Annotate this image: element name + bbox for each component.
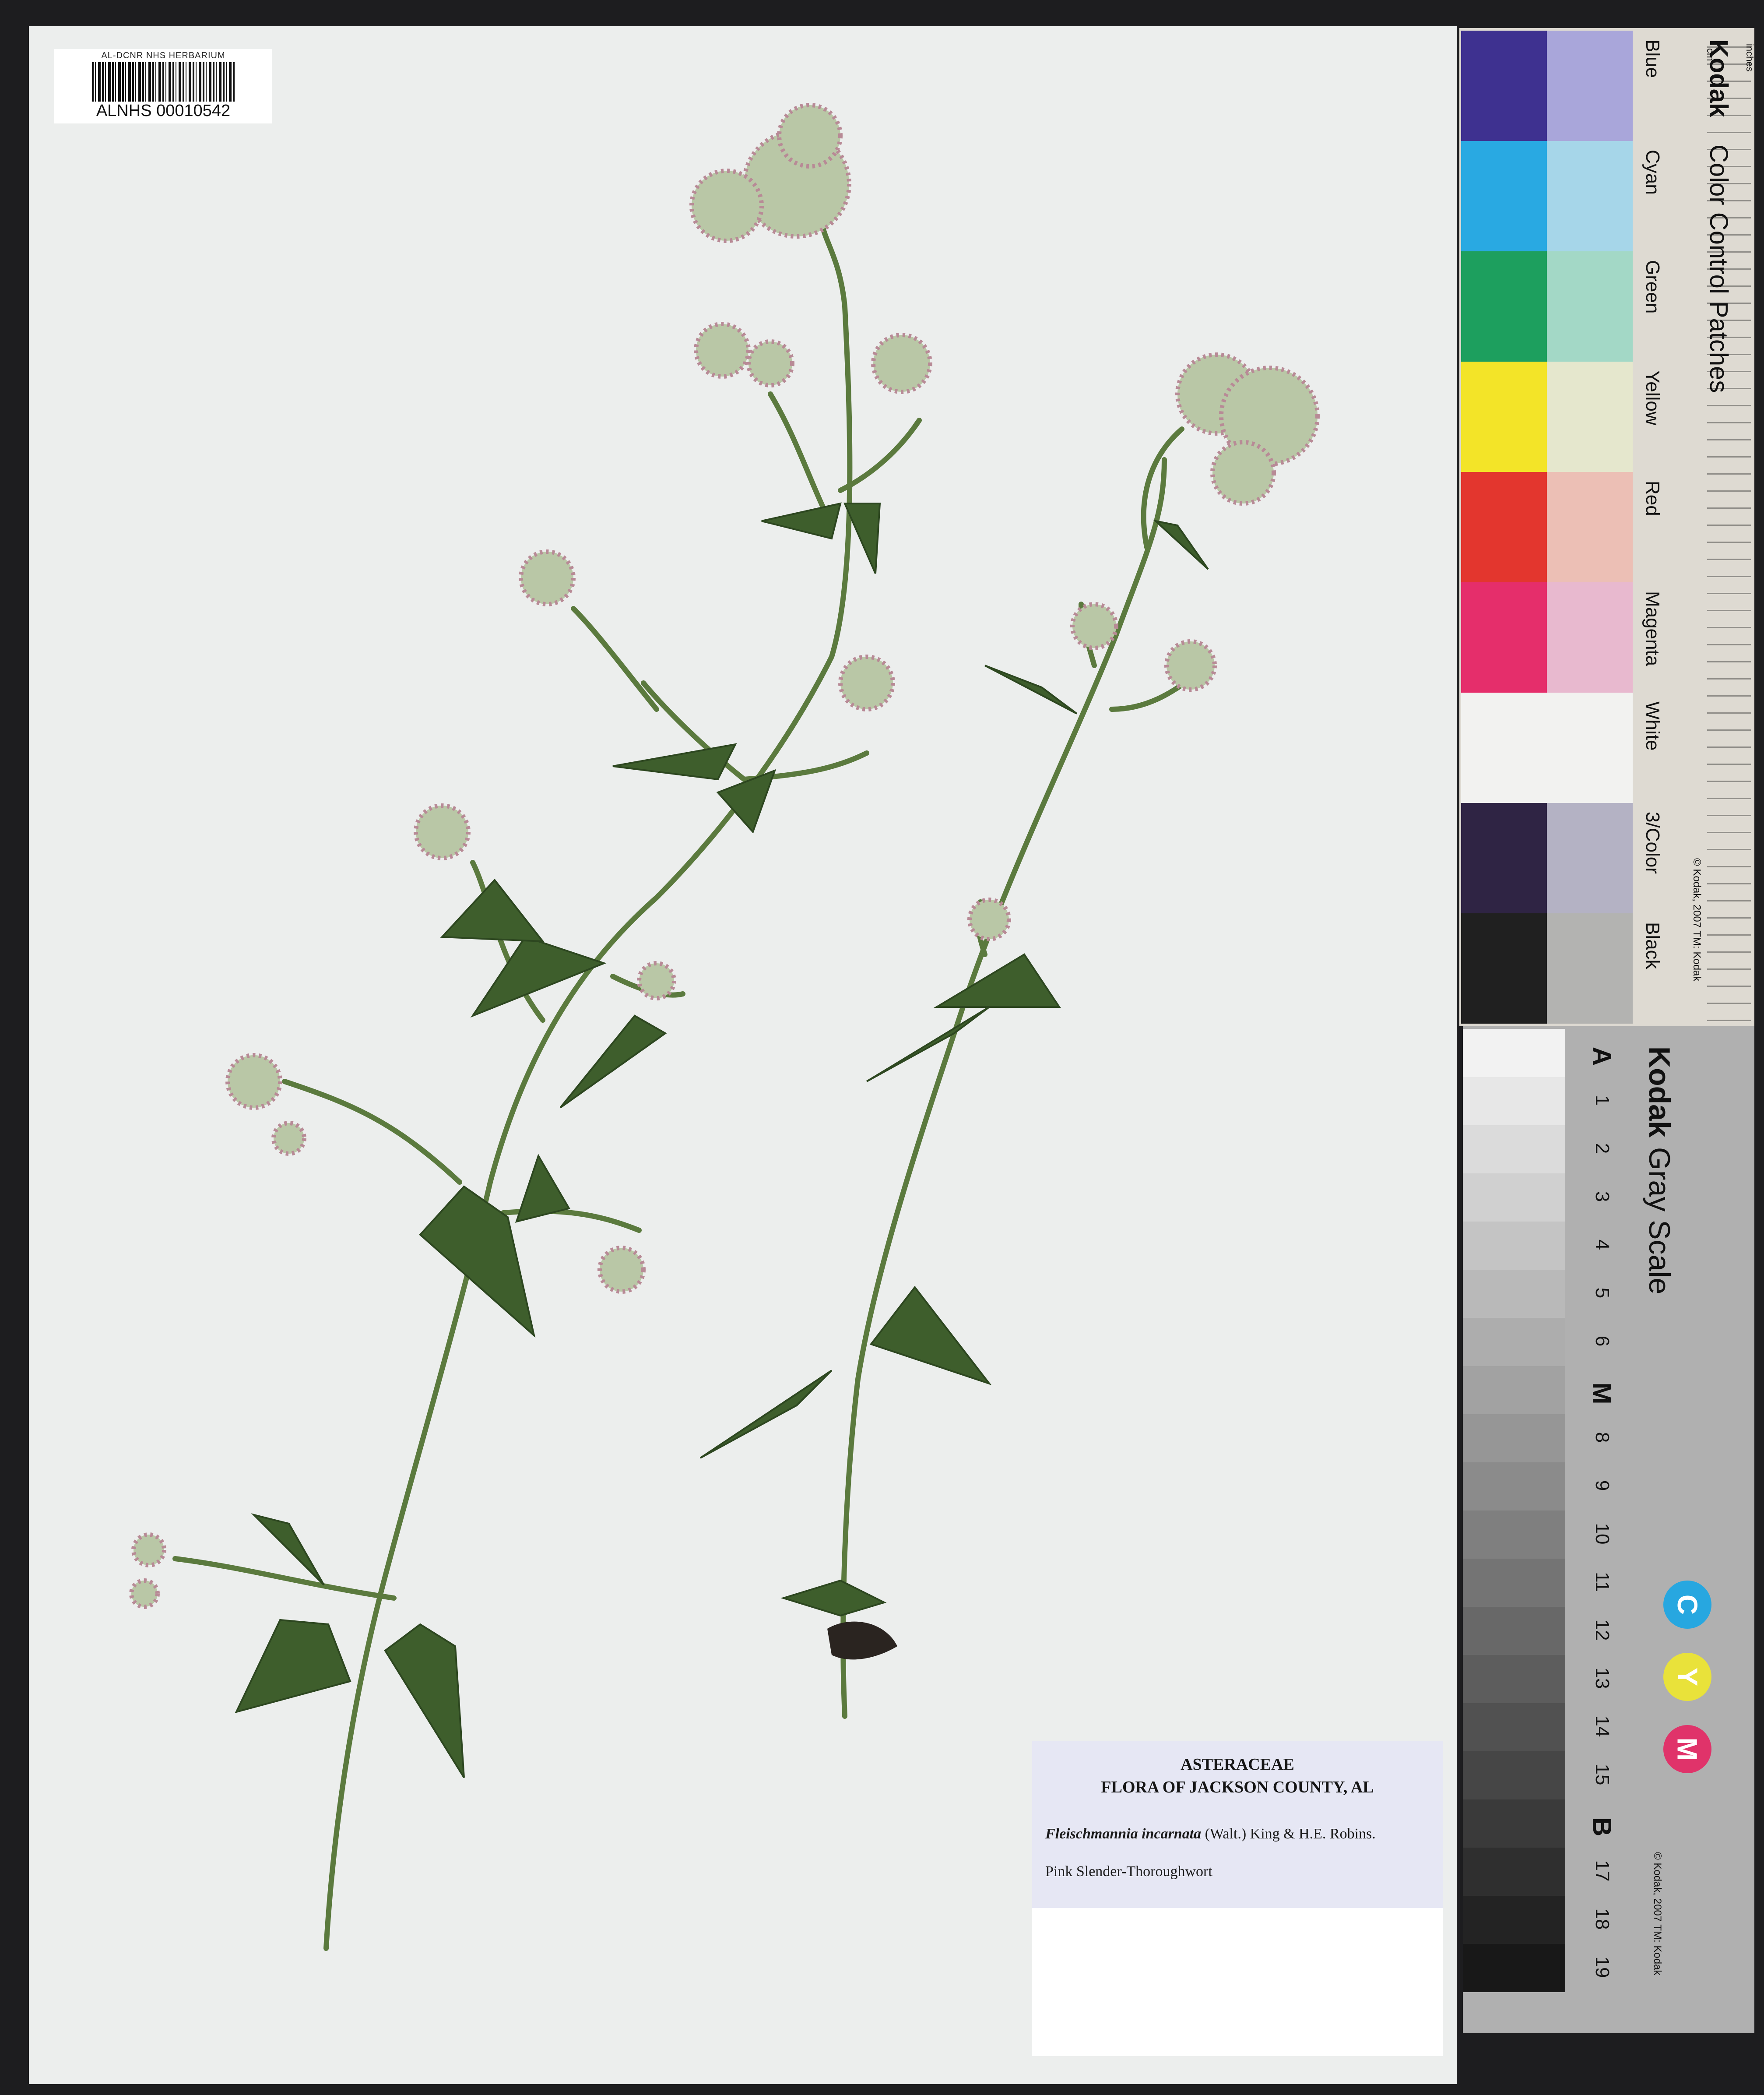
- patch-label: Magenta: [1642, 591, 1663, 666]
- gray-step-label: 4: [1592, 1239, 1613, 1250]
- flower-clusters: [129, 103, 1320, 1609]
- gray-card-brand: Kodak: [1643, 1046, 1676, 1137]
- patch-label: Green: [1642, 260, 1663, 314]
- specimen-label: ASTERACEAE FLORA OF JACKSON COUNTY, AL F…: [1032, 1741, 1443, 2056]
- gray-step-label: 3: [1592, 1191, 1613, 1202]
- species-authority: (Walt.) King & H.E. Robins.: [1205, 1826, 1376, 1842]
- cym-target-y: Y: [1663, 1653, 1711, 1701]
- gray-step: [1463, 1270, 1565, 1318]
- ruler-unit-cm: cm: [1705, 48, 1716, 61]
- gray-step-label: 6: [1592, 1335, 1613, 1347]
- gray-step: [1463, 1173, 1565, 1222]
- gray-step-label: 2: [1592, 1143, 1613, 1154]
- patch-green-light: [1547, 251, 1633, 362]
- gray-step-label: 5: [1592, 1287, 1613, 1299]
- gray-step: [1463, 1559, 1565, 1607]
- species-line: Fleischmannia incarnata (Walt.) King & H…: [1045, 1824, 1430, 1844]
- patch-label: Yellow: [1642, 370, 1663, 426]
- gray-step-label: 11: [1592, 1572, 1613, 1592]
- patch-red-dark: [1461, 472, 1547, 582]
- color-card-title: Color Control Patches: [1704, 144, 1733, 393]
- gray-step: [1463, 1125, 1565, 1173]
- gray-step-label: 19: [1592, 1956, 1613, 1978]
- patch-label: Black: [1642, 922, 1663, 969]
- flora-title: FLORA OF JACKSON COUNTY, AL: [1101, 1778, 1374, 1796]
- gray-step-label: 1: [1592, 1095, 1613, 1106]
- patch-label: 3/Color: [1642, 812, 1663, 874]
- gray-card-copyright: © Kodak, 2007 TM: Kodak: [1652, 1852, 1663, 1975]
- gray-step-label: 9: [1592, 1480, 1613, 1491]
- family-name: ASTERACEAE: [1181, 1755, 1294, 1774]
- patch-black-light: [1547, 913, 1633, 1024]
- gray-step-label: A: [1587, 1046, 1617, 1066]
- gray-step: [1463, 1799, 1565, 1848]
- gray-step: [1463, 1318, 1565, 1366]
- gray-card-title: Gray Scale: [1643, 1147, 1676, 1295]
- gray-step-label: 15: [1592, 1764, 1613, 1785]
- gray-step: [1463, 1703, 1565, 1751]
- patch-label: Cyan: [1642, 150, 1663, 195]
- patch-blue-dark: [1461, 31, 1547, 141]
- gray-step: [1463, 1896, 1565, 1944]
- gray-step-label: M: [1587, 1382, 1617, 1405]
- patch-yellow-light: [1547, 362, 1633, 472]
- patch-black-dark: [1461, 913, 1547, 1024]
- gray-step: [1463, 1751, 1565, 1799]
- patch-red-light: [1547, 472, 1633, 582]
- gray-step-label: B: [1587, 1817, 1617, 1837]
- barcode-institution: AL-DCNR NHS HERBARIUM: [101, 51, 225, 60]
- patch-white-dark: [1461, 693, 1547, 803]
- barcode-label: AL-DCNR NHS HERBARIUM ALNHS 00010542: [54, 49, 272, 123]
- patch-yellow-dark: [1461, 362, 1547, 472]
- dried-leaf-base: [827, 1621, 897, 1660]
- patch-label: Red: [1642, 481, 1663, 516]
- label-header: ASTERACEAE FLORA OF JACKSON COUNTY, AL F…: [1032, 1741, 1443, 1908]
- cym-target-m: M: [1663, 1725, 1711, 1773]
- gray-step: [1463, 1607, 1565, 1655]
- gray-step-label: 12: [1592, 1619, 1613, 1641]
- cym-letter: C: [1672, 1594, 1703, 1615]
- cym-target-c: C: [1663, 1581, 1711, 1629]
- patch-label: Blue: [1642, 39, 1663, 78]
- cym-letter: Y: [1672, 1667, 1703, 1687]
- gray-step: [1463, 1366, 1565, 1414]
- patch-magenta-dark: [1461, 582, 1547, 693]
- gray-step-label: 13: [1592, 1667, 1613, 1689]
- gray-step-label: 18: [1592, 1908, 1613, 1930]
- patch-label: White: [1642, 701, 1663, 751]
- gray-step: [1463, 1655, 1565, 1703]
- common-name: Pink Slender-Thoroughwort: [1045, 1863, 1212, 1880]
- gray-step-label: 8: [1592, 1432, 1613, 1443]
- gray-step-label: 10: [1592, 1523, 1613, 1545]
- patch-3-color-light: [1547, 803, 1633, 913]
- color-card-copyright: © Kodak, 2007 TM: Kodak: [1691, 858, 1703, 982]
- gray-step: [1463, 1944, 1565, 1992]
- gray-step-label: 17: [1592, 1860, 1613, 1882]
- stem-right: [840, 426, 1193, 1719]
- species-name: Fleischmannia incarnata: [1045, 1826, 1202, 1842]
- patch-3-color-dark: [1461, 803, 1547, 913]
- patch-magenta-light: [1547, 582, 1633, 693]
- gray-step: [1463, 1222, 1565, 1270]
- gray-step: [1463, 1511, 1565, 1559]
- gray-step: [1463, 1029, 1565, 1077]
- ruler-unit-inches: inches: [1744, 44, 1755, 72]
- patch-green-dark: [1461, 251, 1547, 362]
- cym-letter: M: [1672, 1737, 1703, 1761]
- patch-cyan-light: [1547, 141, 1633, 251]
- patch-cyan-dark: [1461, 141, 1547, 251]
- barcode-image: [92, 62, 235, 102]
- patch-white-light: [1547, 693, 1633, 803]
- gray-step: [1463, 1462, 1565, 1511]
- gray-step: [1463, 1414, 1565, 1462]
- gray-step: [1463, 1077, 1565, 1125]
- catalog-number: ALNHS 00010542: [96, 102, 231, 120]
- gray-step: [1463, 1848, 1565, 1896]
- gray-step-label: 14: [1592, 1715, 1613, 1737]
- patch-blue-light: [1547, 31, 1633, 141]
